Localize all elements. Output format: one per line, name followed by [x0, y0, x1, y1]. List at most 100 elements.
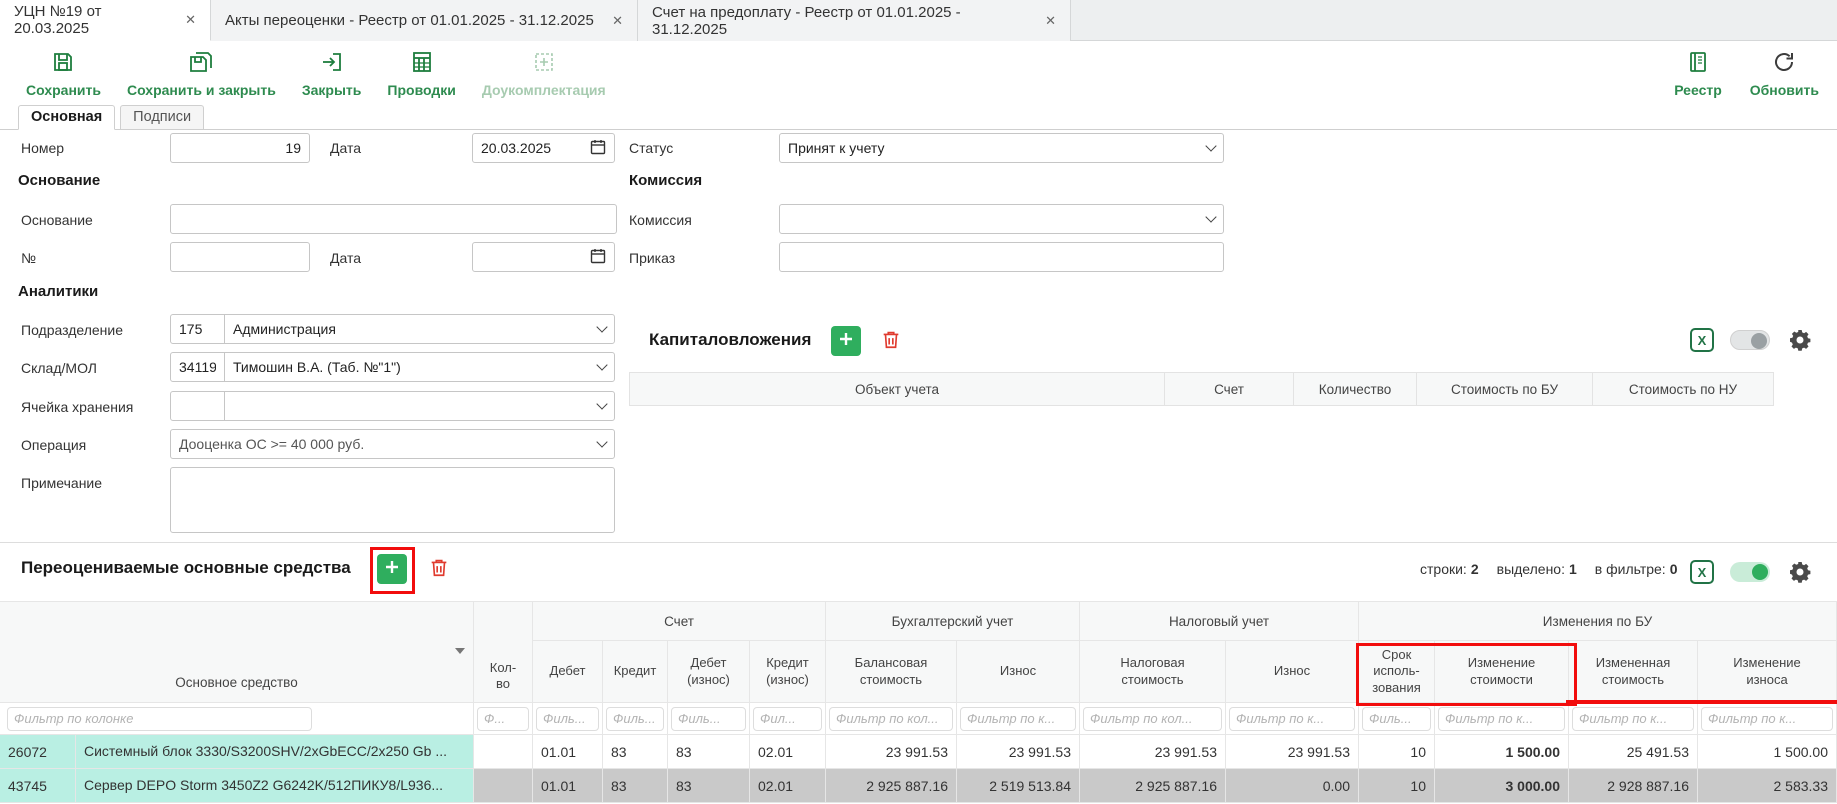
close-icon[interactable]: ✕ [1045, 13, 1056, 29]
storage-cell-code-field[interactable] [170, 391, 225, 421]
order-field[interactable] [779, 242, 1224, 272]
cell-asset-name[interactable]: Сервер DEPO Storm 3450Z2 G6242K/512ПИКУ8… [76, 769, 474, 803]
date-field[interactable]: 20.03.2025 [472, 133, 615, 163]
filter-tax-cost-input[interactable] [1083, 707, 1222, 731]
window-tab-acts-registry[interactable]: Акты переоценки - Реестр от 01.01.2025 -… [211, 0, 638, 41]
capital-excel-button[interactable]: X [1690, 328, 1714, 352]
col-header-dep-change[interactable]: Изменение износа [1698, 641, 1837, 703]
cell-changed-cost[interactable]: 2 928 887.16 [1569, 769, 1698, 803]
capital-settings-button[interactable] [1788, 328, 1812, 352]
cell-credit-dep[interactable]: 02.01 [750, 735, 826, 769]
cell-dep-change[interactable]: 1 500.00 [1698, 735, 1837, 769]
col-header-debit-dep[interactable]: Дебет (износ) [668, 641, 750, 703]
filter-asset-input[interactable] [7, 707, 312, 731]
cell-balance-cost[interactable]: 23 991.53 [826, 735, 957, 769]
filter-debit-input[interactable] [536, 707, 599, 731]
save-close-button[interactable]: Сохранить и закрыть [127, 50, 276, 98]
cell-debit[interactable]: 01.01 [533, 769, 603, 803]
cell-qty[interactable] [474, 735, 533, 769]
capital-col-quantity[interactable]: Количество [1294, 372, 1417, 406]
save-button[interactable]: Сохранить [26, 50, 101, 98]
col-header-balance-cost[interactable]: Балансовая стоимость [826, 641, 957, 703]
registry-button[interactable]: Реестр [1674, 50, 1722, 98]
cell-tax-cost[interactable]: 2 925 887.16 [1080, 769, 1226, 803]
col-header-useful-life[interactable]: Срок исполь- зования [1359, 641, 1435, 703]
col-header-qty[interactable]: Кол- во [474, 601, 533, 703]
filter-dep-change-input[interactable] [1701, 707, 1833, 731]
cell-code[interactable]: 26072 [0, 735, 76, 769]
col-header-dep-bu[interactable]: Износ [957, 641, 1080, 703]
cell-dep-bu[interactable]: 2 519 513.84 [957, 769, 1080, 803]
col-header-changed-cost[interactable]: Измененная стоимость [1569, 641, 1698, 703]
filter-qty-input[interactable] [477, 707, 529, 731]
cell-qty[interactable] [474, 769, 533, 803]
storage-cell-select[interactable] [224, 391, 615, 421]
col-header-tax-cost[interactable]: Налоговая стоимость [1080, 641, 1226, 703]
filter-balance-input[interactable] [829, 707, 953, 731]
cell-asset-name[interactable]: Системный блок 3330/S3200SHV/2xGbECC/2x2… [76, 735, 474, 769]
col-header-dep-nu[interactable]: Износ [1226, 641, 1359, 703]
note-textarea[interactable] [170, 467, 615, 533]
calendar-icon[interactable] [590, 139, 606, 158]
assets-add-button[interactable] [377, 554, 407, 584]
filter-dep-nu-input[interactable] [1229, 707, 1355, 731]
commission-select[interactable] [779, 204, 1224, 234]
status-select[interactable]: Принят к учету [779, 133, 1224, 163]
tab-signatures[interactable]: Подписи [120, 105, 204, 129]
col-header-asset[interactable]: Основное средство [0, 601, 474, 703]
col-header-debit[interactable]: Дебет [533, 641, 603, 703]
doc-number-field[interactable] [170, 242, 310, 272]
basis-field[interactable] [170, 204, 617, 234]
col-header-credit-dep[interactable]: Кредит (износ) [750, 641, 826, 703]
cell-debit[interactable]: 01.01 [533, 735, 603, 769]
filter-credit-input[interactable] [606, 707, 664, 731]
assets-delete-button[interactable] [426, 555, 452, 583]
cell-dep-nu[interactable]: 23 991.53 [1226, 735, 1359, 769]
postings-button[interactable]: Проводки [387, 50, 455, 98]
filter-dep-bu-input[interactable] [960, 707, 1076, 731]
refresh-button[interactable]: Обновить [1750, 50, 1819, 98]
assets-excel-button[interactable]: X [1690, 560, 1714, 584]
assets-settings-button[interactable] [1788, 560, 1812, 584]
capital-delete-button[interactable] [878, 327, 904, 355]
cell-useful-life[interactable]: 10 [1359, 769, 1435, 803]
warehouse-select[interactable]: Тимошин В.А. (Таб. №"1") [224, 352, 615, 382]
cell-dep-change[interactable]: 2 583.33 [1698, 769, 1837, 803]
cell-credit[interactable]: 83 [603, 769, 668, 803]
cell-debit-dep[interactable]: 83 [668, 769, 750, 803]
close-icon[interactable]: ✕ [612, 13, 623, 29]
number-field[interactable]: 19 [170, 133, 310, 163]
cell-dep-bu[interactable]: 23 991.53 [957, 735, 1080, 769]
cell-dep-nu[interactable]: 0.00 [1226, 769, 1359, 803]
sort-desc-icon[interactable] [455, 648, 465, 654]
filter-debit-dep-input[interactable] [671, 707, 746, 731]
capital-col-cost-nu[interactable]: Стоимость по НУ [1593, 372, 1774, 406]
basis-date-field[interactable] [472, 242, 615, 272]
capital-col-account[interactable]: Счет [1165, 372, 1294, 406]
cell-credit[interactable]: 83 [603, 735, 668, 769]
close-button[interactable]: Закрыть [302, 50, 362, 98]
capital-col-cost-bu[interactable]: Стоимость по БУ [1417, 372, 1593, 406]
calendar-icon[interactable] [590, 248, 606, 267]
cell-balance-cost[interactable]: 2 925 887.16 [826, 769, 957, 803]
cell-credit-dep[interactable]: 02.01 [750, 769, 826, 803]
capital-col-object[interactable]: Объект учета [629, 372, 1165, 406]
capital-add-button[interactable] [831, 326, 861, 356]
cell-tax-cost[interactable]: 23 991.53 [1080, 735, 1226, 769]
department-code-field[interactable]: 175 [170, 314, 225, 344]
cell-cost-change[interactable]: 3 000.00 [1435, 769, 1569, 803]
cell-code[interactable]: 43745 [0, 769, 76, 803]
filter-cost-change-input[interactable] [1438, 707, 1565, 731]
operation-select[interactable]: Дооценка ОС >= 40 000 руб. [170, 429, 615, 459]
cell-cost-change[interactable]: 1 500.00 [1435, 735, 1569, 769]
warehouse-code-field[interactable]: 34119 [170, 352, 225, 382]
window-tab-document[interactable]: УЦН №19 от 20.03.2025 ✕ [0, 0, 211, 41]
cell-debit-dep[interactable]: 83 [668, 735, 750, 769]
col-header-credit[interactable]: Кредит [603, 641, 668, 703]
filter-credit-dep-input[interactable] [753, 707, 822, 731]
cell-useful-life[interactable]: 10 [1359, 735, 1435, 769]
department-select[interactable]: Администрация [224, 314, 615, 344]
close-icon[interactable]: ✕ [185, 12, 196, 28]
assets-filter-toggle[interactable] [1730, 562, 1770, 582]
capital-filter-toggle[interactable] [1730, 330, 1770, 350]
